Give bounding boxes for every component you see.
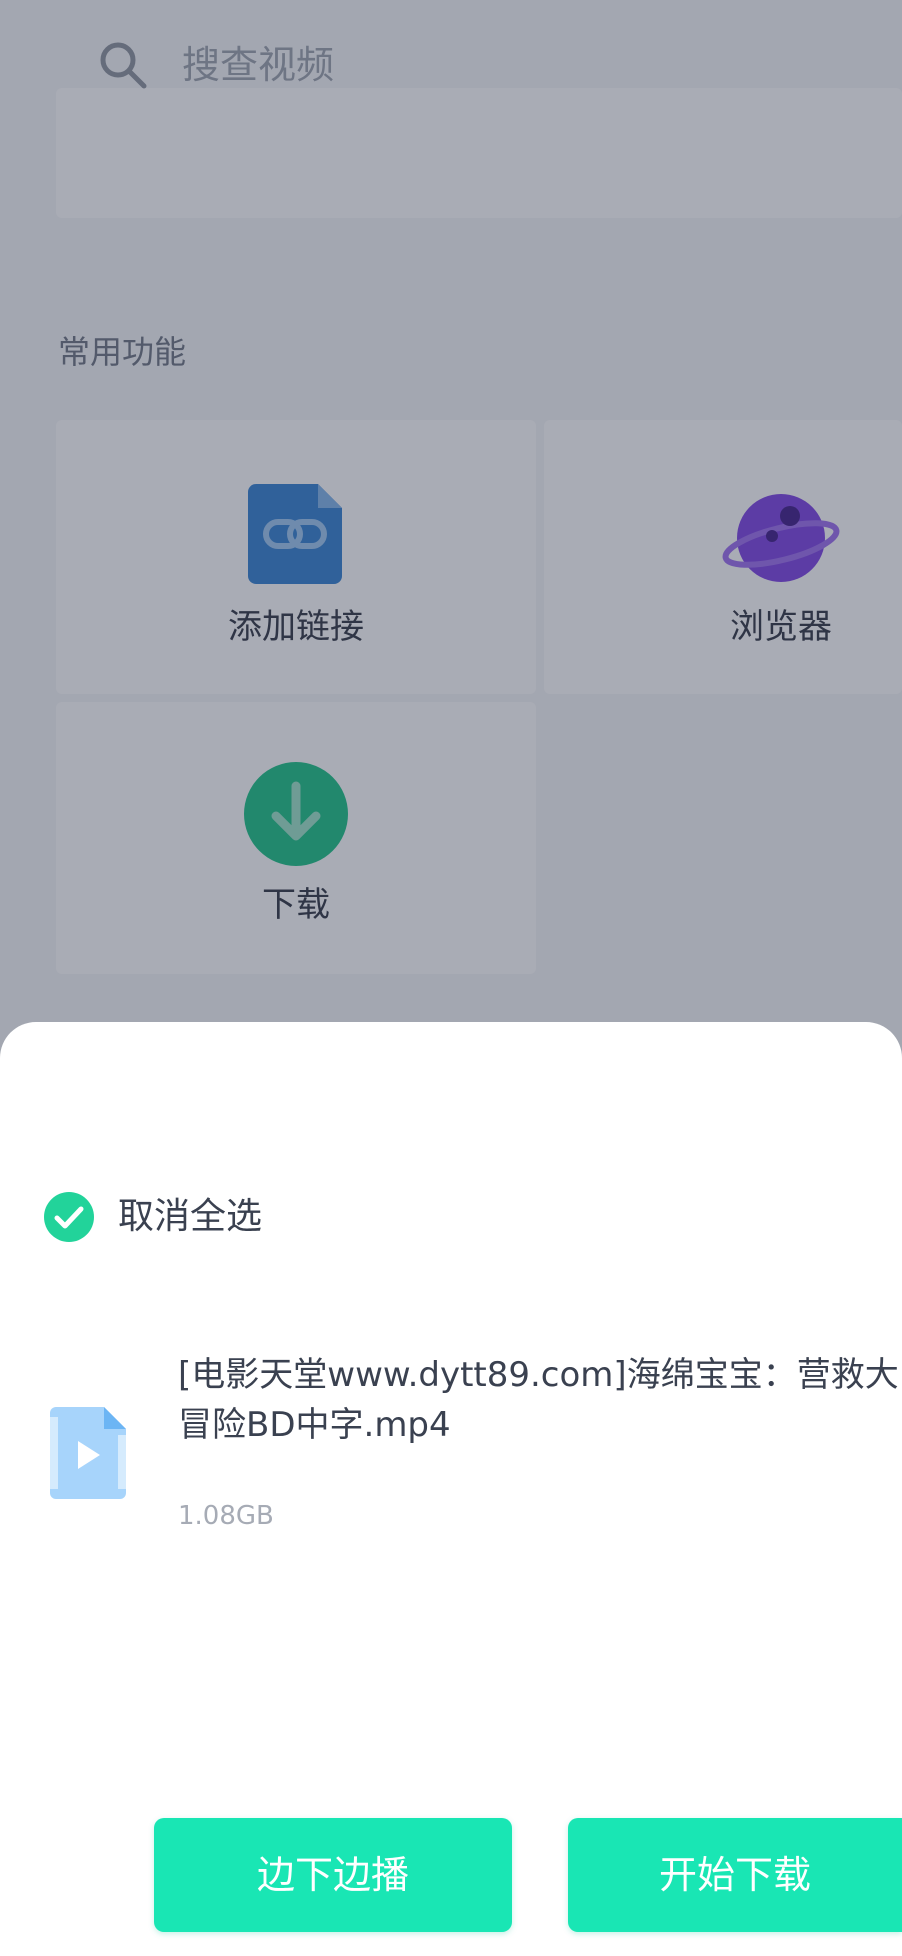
check-circle-icon [44, 1192, 94, 1242]
deselect-all-toggle[interactable]: 取消全选 [44, 1192, 262, 1242]
file-name: [电影天堂www.dytt89.com]海绵宝宝：营救大 冒险BD中字.mp4 [178, 1355, 899, 1445]
file-size: 1.08GB [178, 1501, 274, 1531]
play-while-download-button[interactable]: 边下边播 [154, 1818, 512, 1932]
download-bottom-sheet: 取消全选 [电影天堂www.dytt89.com]海绵宝宝：营救大 冒险BD中字… [0, 1022, 902, 1956]
video-file-icon [50, 1407, 126, 1499]
start-download-button[interactable]: 开始下载 [568, 1818, 902, 1932]
file-list-item[interactable]: [电影天堂www.dytt89.com]海绵宝宝：营救大 冒险BD中字.mp4 … [0, 1322, 902, 1531]
deselect-all-label: 取消全选 [118, 1196, 263, 1237]
